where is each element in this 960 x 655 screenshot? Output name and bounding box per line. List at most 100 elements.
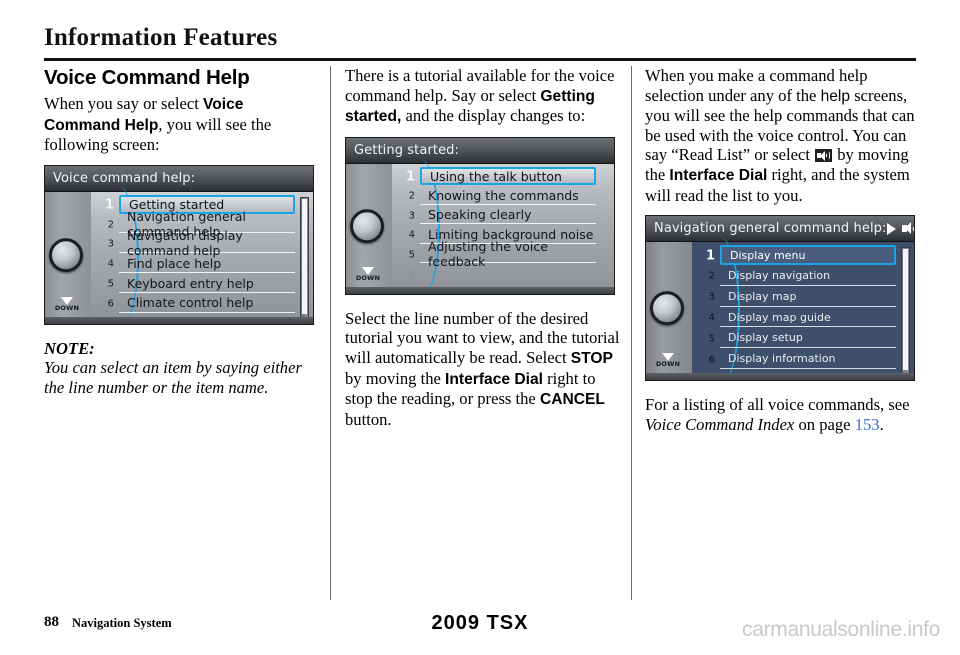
nav-screen-voice-command-help[interactable]: Voice command help: DOWN 1 2 3 4 5 6 Getting … [44,164,314,325]
menu-item-using-the-talk-button[interactable]: Using the talk button [420,166,596,186]
speaker-icon [815,149,833,163]
line-number-4: 4 [708,312,715,324]
menu-item-display-map-guide[interactable]: Display map guide [720,308,896,328]
line-number-2: 2 [708,270,715,282]
watermark-text: carmanualsonline.info [742,618,940,641]
line-number-3: 3 [408,210,415,222]
menu-item-keyboard-entry-help[interactable]: Keyboard entry help [119,274,295,293]
screen-header-bar: Getting started: [346,137,614,164]
down-label: DOWN [355,273,381,282]
right-paragraph-1: When you make a command help selection u… [645,66,920,205]
scrollbar-thumb[interactable] [903,249,908,371]
screen-footer-bevel [346,286,614,294]
interface-dial-panel[interactable]: DOWN [346,163,392,294]
menu-item-find-place-help[interactable]: Find place help [119,254,295,274]
menu-item-navigation-display-command-help[interactable]: Navigation display command help [119,228,295,258]
column-divider-left [330,66,331,600]
screen-body: DOWN 1 2 3 4 5 6 Using the talk button Knowing… [346,157,614,294]
nav-screen-navigation-general-command-help[interactable]: Navigation general command help: DOWN 1 … [645,215,915,382]
menu-item-label: Using the talk button [430,168,562,184]
line-number-5: 5 [408,249,415,261]
menu-item-speaking-clearly[interactable]: Speaking clearly [420,206,596,225]
line-number-4: 4 [408,229,415,241]
line-number-3: 3 [708,291,715,303]
menu-list[interactable]: Using the talk button Knowing the command… [420,164,596,294]
page-reference-link[interactable]: 153 [855,415,880,434]
speaker-horn [904,222,911,235]
speaker-icon[interactable] [901,222,915,235]
mid-p2-text-b: by moving the [345,368,446,388]
right-p2-text-c: . [879,414,884,434]
menu-item-display-menu[interactable]: Display menu [720,245,896,265]
note-block: NOTE: You can select an item by saying e… [44,339,319,398]
line-number-4: 4 [107,258,114,270]
screen-header-icons [886,222,915,235]
screen-header-title: Navigation general command help: [654,221,887,237]
line-number-5: 5 [708,333,715,345]
interface-dial-knob[interactable] [650,291,684,326]
interface-dial-knob[interactable] [49,238,83,273]
screen-body: DOWN 1 2 3 4 5 6 Display menu Display navigati… [646,236,914,381]
speaker-wave-2 [913,224,915,234]
menu-list[interactable]: Display menu Display navigation Display ma… [720,242,896,380]
section-heading-voice-command-help: Voice Command Help [44,66,250,89]
left-column: Voice Command Help When you say or selec… [44,66,319,398]
menu-item-adjusting-the-voice-feedback[interactable]: Adjusting the voice feedback [420,239,596,269]
menu-item-label: Climate control help [127,295,254,311]
screen-header-title: Voice command help: [53,170,196,186]
menu-item-label: Display information [728,352,836,366]
middle-column: There is a tutorial available for the vo… [345,66,620,439]
scrollbar-track[interactable] [901,247,910,376]
screen-footer-bevel [646,373,914,381]
down-label: DOWN [655,360,681,369]
screen-header-title: Getting started: [354,142,460,158]
interface-dial-panel[interactable]: DOWN [45,191,91,324]
down-label: DOWN [54,303,80,312]
down-indicator: DOWN [654,353,682,368]
mid-p2-bold-stop: STOP [570,349,613,367]
right-p1-bold-dial: Interface Dial [669,166,768,184]
mid-p2-bold-dial: Interface Dial [445,370,543,388]
menu-item-display-setup[interactable]: Display setup [720,328,896,349]
mid-p1-text-b: and the display changes to: [401,106,586,126]
interface-dial-knob[interactable] [350,209,384,244]
right-paragraph-2: For a listing of all voice commands, see… [645,395,920,434]
menu-item-display-navigation[interactable]: Display navigation [720,266,896,286]
menu-item-label: Find place help [127,255,222,271]
nav-screen-getting-started[interactable]: Getting started: DOWN 1 2 3 4 5 6 Using the t… [345,136,615,295]
line-number-6: 6 [408,268,415,280]
column-divider-right [631,66,632,600]
menu-item-label: Display setup [728,331,803,345]
menu-item-display-map[interactable]: Display map [720,287,896,307]
right-p2-text-a: For a listing of all voice commands, see [645,395,910,415]
play-icon[interactable] [886,222,896,235]
screen-header-bar: Voice command help: [45,165,313,192]
screen-footer-bevel [45,316,313,324]
scrollbar-thumb[interactable] [302,198,307,314]
middle-paragraph-2: Select the line number of the desired tu… [345,309,620,430]
right-p2-text-b: on page [794,414,855,434]
interface-dial-panel[interactable]: DOWN [646,242,692,381]
menu-item-label: Display map guide [728,310,831,324]
menu-item-label: Knowing the commands [428,187,579,203]
menu-item-empty[interactable] [420,264,596,283]
right-p2-italic-ref: Voice Command Index [645,414,795,434]
menu-item-label: Keyboard entry help [127,275,254,291]
line-number-2: 2 [408,190,415,202]
middle-paragraph-1: There is a tutorial available for the vo… [345,66,620,127]
mid-p2-text-d: button. [345,409,392,429]
line-number-6: 6 [708,354,715,366]
menu-list[interactable]: Getting started Navigation general comman… [119,192,295,324]
line-number-1: 1 [705,248,715,264]
menu-item-knowing-the-commands[interactable]: Knowing the commands [420,186,596,205]
line-number-1: 1 [405,169,415,185]
menu-item-label: Speaking clearly [428,207,532,223]
line-number-column: 1 2 3 4 5 6 [392,164,418,294]
scrollbar-track[interactable] [300,196,309,319]
menu-item-display-information[interactable]: Display information [720,349,896,370]
menu-item-climate-control-help[interactable]: Climate control help [119,294,295,313]
screen-body: DOWN 1 2 3 4 5 6 Getting started Navigation ge… [45,185,313,324]
line-number-6: 6 [107,298,114,310]
title-underline-rule [44,58,916,61]
mid-p2-bold-cancel: CANCEL [539,391,605,409]
